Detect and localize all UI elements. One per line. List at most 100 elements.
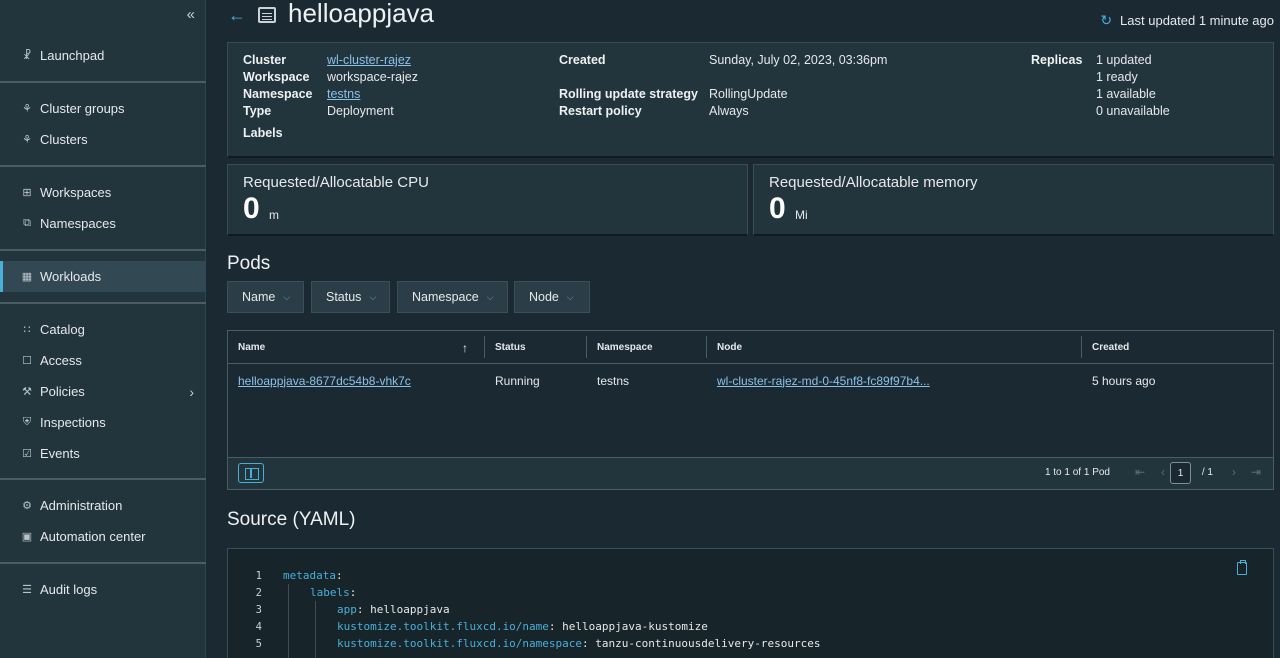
sidebar-item-catalog[interactable]: ∷ Catalog — [0, 314, 206, 345]
page-header: ← helloappjava ↻ Last updated 1 minute a… — [206, 0, 1280, 34]
replicas-unavailable: 0 unavailable — [1096, 104, 1170, 118]
labels-key: Labels — [243, 126, 283, 140]
filter-name[interactable]: Name ⌵ — [227, 281, 304, 313]
automation-center-icon: ▣ — [21, 531, 33, 543]
nav-divider — [0, 478, 206, 480]
sidebar-item-workspaces[interactable]: ⊞ Workspaces — [0, 177, 206, 208]
page-title: helloappjava — [288, 0, 435, 28]
workload-details-card: Cluster wl-cluster-rajez Workspace works… — [227, 42, 1274, 158]
collapse-sidebar-icon[interactable]: « — [187, 6, 195, 23]
previous-page-icon[interactable]: ‹ — [1161, 465, 1165, 479]
nav-divider — [0, 165, 206, 167]
sidebar-item-access[interactable]: ☐ Access — [0, 345, 206, 376]
back-arrow-icon[interactable]: ← — [228, 5, 246, 26]
cluster-groups-icon: ⚘ — [22, 103, 32, 115]
type-key: Type — [243, 104, 272, 118]
column-separator — [706, 336, 707, 358]
sidebar-item-label: Namespaces — [40, 216, 116, 231]
chevron-right-icon: › — [189, 383, 194, 400]
pod-status: Running — [495, 373, 540, 388]
workspace-value: workspace-rajez — [327, 70, 419, 84]
access-icon: ☐ — [22, 355, 32, 367]
sidebar-item-namespaces[interactable]: ⧉ Namespaces — [0, 208, 206, 239]
sidebar-item-clusters[interactable]: ⚘ Clusters — [0, 124, 206, 155]
sidebar-item-workloads[interactable]: ▦ Workloads — [0, 261, 206, 292]
memory-label: Requested/Allocatable memory — [769, 174, 978, 191]
first-page-icon[interactable]: ⇤ — [1135, 465, 1145, 479]
column-header-name[interactable]: Name — [238, 331, 265, 364]
sidebar-item-label: Inspections — [40, 415, 106, 430]
column-separator — [586, 336, 587, 358]
replicas-available: 1 available — [1096, 87, 1156, 101]
launchpad-icon: ☧ — [22, 50, 32, 62]
sort-ascending-icon[interactable]: ↑ — [462, 331, 468, 364]
strategy-key: Rolling update strategy — [559, 87, 698, 101]
cpu-unit: m — [269, 208, 279, 222]
sidebar-item-cluster-groups[interactable]: ⚘ Cluster groups — [0, 93, 206, 124]
inspections-icon: ⛨ — [22, 416, 32, 428]
sidebar-item-policies[interactable]: ⚒ Policies › — [0, 376, 206, 407]
column-separator — [1273, 336, 1274, 358]
sidebar-item-label: Automation center — [40, 529, 146, 544]
workspace-key: Workspace — [243, 70, 310, 84]
nav-group-audit: ☰ Audit logs — [0, 574, 206, 605]
indent-guide — [288, 584, 289, 658]
nav-divider — [0, 302, 206, 304]
refresh-icon[interactable]: ↻ — [1100, 12, 1112, 29]
next-page-icon[interactable]: › — [1232, 465, 1236, 479]
nav-group-admin: ⚙ Administration ▣ Automation center — [0, 490, 206, 552]
copy-icon[interactable] — [1237, 560, 1247, 575]
column-header-status[interactable]: Status — [495, 331, 526, 364]
filter-namespace[interactable]: Namespace ⌵ — [397, 281, 508, 313]
pagination-summary: 1 to 1 of 1 Pod — [1044, 467, 1110, 478]
policies-icon: ⚒ — [22, 386, 32, 398]
sidebar-item-label: Access — [40, 353, 82, 368]
namespace-key: Namespace — [243, 87, 313, 101]
sidebar-item-label: Catalog — [40, 322, 85, 337]
pod-name-link[interactable]: helloappjava-8677dc54b8-vhk7c — [238, 364, 411, 397]
namespace-link[interactable]: testns — [327, 87, 360, 101]
sidebar-item-launchpad[interactable]: ☧ Launchpad — [0, 40, 206, 71]
catalog-icon: ∷ — [23, 324, 31, 336]
column-header-namespace[interactable]: Namespace — [597, 331, 653, 364]
column-toggle-icon[interactable] — [238, 463, 264, 483]
pod-node-link[interactable]: wl-cluster-rajez-md-0-45nf8-fc89f97b4... — [717, 364, 930, 397]
sidebar: « ☧ Launchpad ⚘ Cluster groups ⚘ Cluster… — [0, 0, 206, 658]
filter-status[interactable]: Status ⌵ — [311, 281, 390, 313]
last-updated-text: Last updated 1 minute ago — [1120, 13, 1274, 28]
sidebar-item-label: Policies — [40, 384, 85, 399]
sidebar-item-automation-center[interactable]: ▣ Automation center — [0, 521, 206, 552]
sidebar-item-label: Cluster groups — [40, 101, 125, 116]
sidebar-item-events[interactable]: ☑ Events — [0, 438, 206, 469]
nav-group-infrastructure: ⚘ Cluster groups ⚘ Clusters — [0, 93, 206, 155]
restart-value: Always — [709, 104, 749, 118]
column-separator — [1081, 336, 1082, 358]
cpu-label: Requested/Allocatable CPU — [243, 174, 429, 191]
replicas-ready: 1 ready — [1096, 70, 1138, 84]
nav-group-organize: ⊞ Workspaces ⧉ Namespaces — [0, 177, 206, 239]
filter-label: Namespace — [412, 290, 479, 304]
page-number-input[interactable] — [1170, 462, 1191, 484]
column-header-created[interactable]: Created — [1092, 331, 1129, 364]
sidebar-item-inspections[interactable]: ⛨ Inspections — [0, 407, 206, 438]
pod-namespace: testns — [597, 373, 630, 388]
created-key: Created — [559, 53, 606, 67]
sidebar-item-audit-logs[interactable]: ☰ Audit logs — [0, 574, 206, 605]
page-total: / 1 — [1201, 467, 1213, 478]
column-separator — [484, 336, 485, 358]
filter-label: Name — [242, 290, 276, 304]
column-header-node[interactable]: Node — [717, 331, 742, 364]
cluster-link[interactable]: wl-cluster-rajez — [327, 53, 411, 67]
restart-key: Restart policy — [559, 104, 642, 118]
last-page-icon[interactable]: ⇥ — [1251, 465, 1261, 479]
pod-created: 5 hours ago — [1092, 373, 1156, 388]
filter-node[interactable]: Node ⌵ — [514, 281, 590, 313]
sidebar-item-label: Workspaces — [40, 185, 112, 200]
pods-table: Name ↑ Status Namespace Node Created hel… — [227, 330, 1274, 490]
sidebar-item-administration[interactable]: ⚙ Administration — [0, 490, 206, 521]
replicas-updated: 1 updated — [1096, 53, 1152, 67]
pods-title: Pods — [227, 253, 271, 274]
workspaces-icon: ⊞ — [22, 187, 32, 199]
yaml-viewer: 1 metadata: 2 labels: 3 app: helloappjav… — [227, 548, 1274, 658]
sidebar-item-label: Workloads — [40, 269, 102, 284]
